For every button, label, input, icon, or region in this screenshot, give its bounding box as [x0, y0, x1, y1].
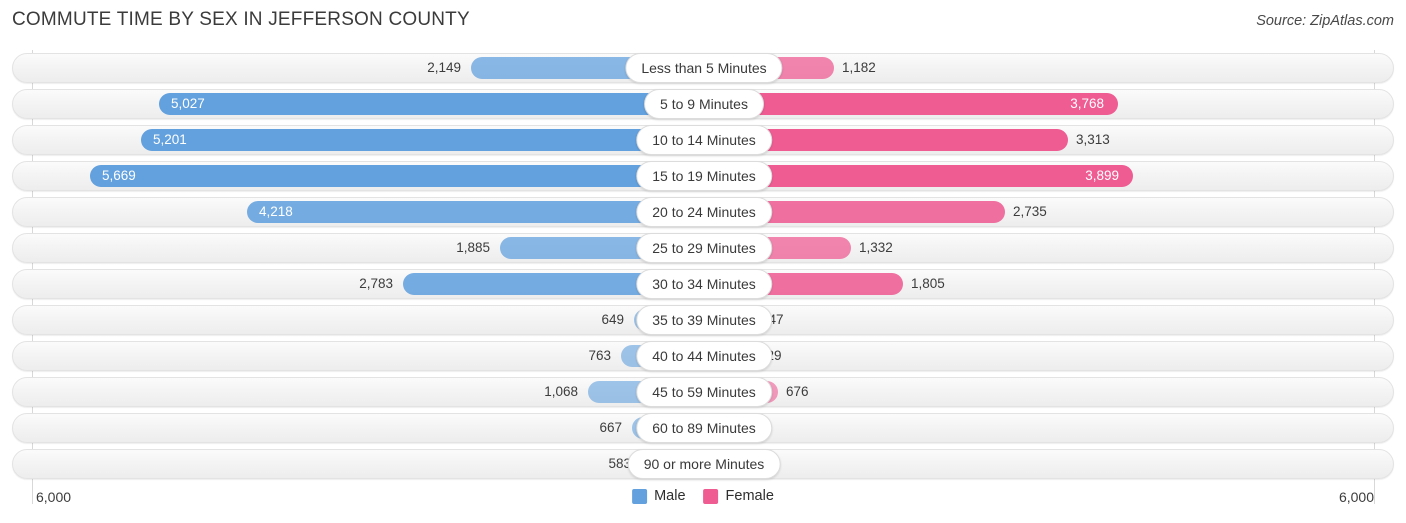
chart-footer: 6,000 6,000 Male Female	[0, 487, 1406, 523]
bar-value-male: 649	[601, 312, 624, 327]
bar-row-inner: 66728460 to 89 Minutes	[13, 413, 1393, 443]
bar-value-female: 1,182	[842, 60, 876, 75]
chart-container: COMMUTE TIME BY SEX IN JEFFERSON COUNTY …	[0, 0, 1406, 523]
bar-value-male: 763	[588, 348, 611, 363]
legend-label-male: Male	[654, 488, 686, 504]
axis-tick-left: 6,000	[36, 489, 72, 505]
bar-row[interactable]: 649 447 35 to 39 Minutes	[12, 305, 1394, 335]
legend-swatch-male-icon	[632, 488, 648, 504]
category-label-pill[interactable]: 15 to 19 Minutes	[636, 161, 772, 191]
bar-value-male: 2,783	[359, 276, 393, 291]
bar-value-male: 2,149	[427, 60, 461, 75]
legend-item-female[interactable]: Female	[703, 488, 774, 504]
bar-row-inner: 649 447 35 to 39 Minutes	[13, 305, 1393, 335]
bar-value-female: 676	[786, 384, 809, 399]
bar-row-inner: 1,885 1,332 25 to 29 Minutes	[13, 233, 1393, 263]
bar-value-female: 3,768	[1070, 96, 1104, 111]
bar-female[interactable]	[704, 93, 1118, 115]
chart-source-attribution: Source: ZipAtlas.com	[1256, 13, 1394, 29]
bar-row[interactable]: 4,218 2,735 20 to 24 Minutes	[12, 197, 1394, 227]
bar-row[interactable]: 66728460 to 89 Minutes	[12, 413, 1394, 443]
bar-value-female: 3,899	[1085, 168, 1119, 183]
category-label-pill[interactable]: 25 to 29 Minutes	[636, 233, 772, 263]
bar-value-female: 1,805	[911, 276, 945, 291]
bar-row[interactable]: 5,201 3,313 10 to 14 Minutes	[12, 125, 1394, 155]
category-label-pill[interactable]: 60 to 89 Minutes	[636, 413, 772, 443]
category-label-pill[interactable]: 35 to 39 Minutes	[636, 305, 772, 335]
category-label-pill[interactable]: Less than 5 Minutes	[625, 53, 783, 83]
bar-row-inner: 5,027 3,768 5 to 9 Minutes	[13, 89, 1393, 119]
bar-row-inner: 2,149 1,182 Less than 5 Minutes	[13, 53, 1393, 83]
category-label-pill[interactable]: 20 to 24 Minutes	[636, 197, 772, 227]
chart-legend: Male Female	[632, 488, 774, 504]
category-label-pill[interactable]: 5 to 9 Minutes	[644, 89, 764, 119]
bar-row[interactable]: 1,068 676 45 to 59 Minutes	[12, 377, 1394, 407]
bar-row[interactable]: 76342940 to 44 Minutes	[12, 341, 1394, 371]
bar-value-male: 4,218	[259, 204, 293, 219]
bar-male[interactable]	[90, 165, 704, 187]
bar-row-inner: 58319090 or more Minutes	[13, 449, 1393, 479]
bar-value-male: 5,669	[102, 168, 136, 183]
axis-tick-right: 6,000	[1338, 489, 1374, 505]
bar-row[interactable]: 2,149 1,182 Less than 5 Minutes	[12, 53, 1394, 83]
bar-row-inner: 5,201 3,313 10 to 14 Minutes	[13, 125, 1393, 155]
bar-male[interactable]	[141, 129, 704, 151]
category-label-pill[interactable]: 40 to 44 Minutes	[636, 341, 772, 371]
plot-area: 2,149 1,182 Less than 5 Minutes 5,027 3,768 5…	[0, 50, 1406, 504]
bar-row-inner: 4,218 2,735 20 to 24 Minutes	[13, 197, 1393, 227]
category-label-pill[interactable]: 30 to 34 Minutes	[636, 269, 772, 299]
category-label-pill[interactable]: 45 to 59 Minutes	[636, 377, 772, 407]
bar-row-inner: 76342940 to 44 Minutes	[13, 341, 1393, 371]
bar-row-inner: 1,068 676 45 to 59 Minutes	[13, 377, 1393, 407]
bar-row-inner: 5,669 3,899 15 to 19 Minutes	[13, 161, 1393, 191]
bar-value-female: 1,332	[859, 240, 893, 255]
bar-value-male: 1,068	[544, 384, 578, 399]
bar-row[interactable]: 5,027 3,768 5 to 9 Minutes	[12, 89, 1394, 119]
bar-row[interactable]: 1,885 1,332 25 to 29 Minutes	[12, 233, 1394, 263]
bar-row[interactable]: 58319090 or more Minutes	[12, 449, 1394, 479]
bar-row[interactable]: 2,783 1,805 30 to 34 Minutes	[12, 269, 1394, 299]
category-label-pill[interactable]: 10 to 14 Minutes	[636, 125, 772, 155]
legend-swatch-female-icon	[703, 488, 719, 504]
category-label-pill[interactable]: 90 or more Minutes	[627, 449, 781, 479]
bar-value-female: 2,735	[1013, 204, 1047, 219]
chart-title: COMMUTE TIME BY SEX IN JEFFERSON COUNTY	[12, 9, 470, 30]
bar-value-male: 5,201	[153, 132, 187, 147]
bar-row-inner: 2,783 1,805 30 to 34 Minutes	[13, 269, 1393, 299]
bar-value-male: 667	[599, 420, 622, 435]
bar-value-female: 3,313	[1076, 132, 1110, 147]
legend-label-female: Female	[725, 488, 774, 504]
bar-value-male: 1,885	[456, 240, 490, 255]
bar-value-male: 5,027	[171, 96, 205, 111]
legend-item-male[interactable]: Male	[632, 488, 686, 504]
bar-male[interactable]	[159, 93, 704, 115]
bar-row[interactable]: 5,669 3,899 15 to 19 Minutes	[12, 161, 1394, 191]
